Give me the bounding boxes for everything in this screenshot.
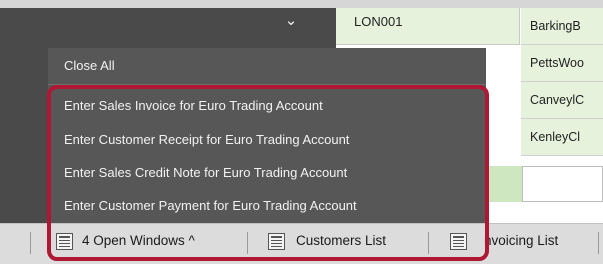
taskbar-separator xyxy=(428,232,429,254)
menu-item-sales-credit-note[interactable]: Enter Sales Credit Note for Euro Trading… xyxy=(64,165,347,180)
windows-icon xyxy=(56,233,73,250)
table-cell-town[interactable]: CanveylC xyxy=(521,82,603,119)
table-cell-town[interactable]: KenleyCl xyxy=(521,119,603,156)
menu-item-customer-receipt[interactable]: Enter Customer Receipt for Euro Trading … xyxy=(64,132,349,147)
table-cell-town[interactable]: PettsWoo xyxy=(521,45,603,82)
town-text: PettsWoo xyxy=(530,56,584,70)
menu-item-customer-payment[interactable]: Enter Customer Payment for Euro Trading … xyxy=(64,198,357,213)
table-cell-town[interactable]: BarkingB xyxy=(521,8,603,45)
town-text: CanveylC xyxy=(530,93,585,107)
town-text: BarkingB xyxy=(530,19,581,33)
list-icon xyxy=(450,233,467,250)
taskbar-separator xyxy=(30,232,31,254)
open-windows-button[interactable]: 4 Open Windows ^ xyxy=(82,233,195,248)
taskbar-separator xyxy=(247,232,248,254)
town-text: KenleyCl xyxy=(530,130,581,144)
list-icon xyxy=(268,233,285,250)
menu-divider xyxy=(48,84,486,85)
table-cell-empty[interactable] xyxy=(522,166,603,202)
chevron-down-icon[interactable]: ⌄ xyxy=(281,10,301,30)
close-all-menu-item[interactable]: Close All xyxy=(64,58,115,73)
invoicing-list-tab[interactable]: nvoicing List xyxy=(484,233,558,248)
menu-item-sales-invoice[interactable]: Enter Sales Invoice for Euro Trading Acc… xyxy=(64,98,323,113)
taskbar-separator xyxy=(598,232,599,254)
customers-list-tab[interactable]: Customers List xyxy=(296,233,386,248)
account-code: LON001 xyxy=(354,14,403,29)
top-strip xyxy=(0,0,603,8)
